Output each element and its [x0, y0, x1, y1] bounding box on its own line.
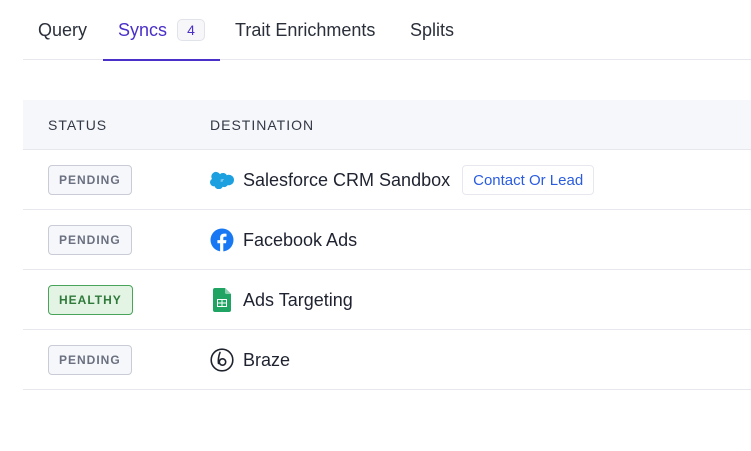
destination-name: Ads Targeting: [243, 289, 353, 310]
tab-bar: Query Syncs 4 Trait Enrichments Splits: [23, 0, 751, 61]
destination-name: Facebook Ads: [243, 229, 358, 250]
table-row[interactable]: PENDING Braze: [23, 330, 751, 390]
table-header: STATUS DESTINATION: [23, 100, 751, 150]
tab-query[interactable]: Query: [23, 0, 102, 60]
status-badge: HEALTHY: [48, 285, 133, 315]
destination-cell[interactable]: Facebook Ads: [210, 210, 357, 270]
destination-cell[interactable]: sf Salesforce CRM Sandbox Contact Or Lea…: [210, 150, 595, 210]
object-type-tag[interactable]: Contact Or Lead: [462, 165, 595, 195]
status-badge: PENDING: [48, 165, 132, 195]
tab-trait-enrichments-label: Trait Enrichments: [235, 19, 376, 40]
status-badge: PENDING: [48, 345, 132, 375]
destination-name: Salesforce CRM Sandbox: [243, 169, 451, 190]
tab-splits-label: Splits: [410, 19, 455, 40]
salesforce-icon: sf: [210, 168, 234, 192]
google-sheets-icon: [210, 288, 234, 312]
tab-syncs-label: Syncs: [118, 19, 168, 40]
table-row[interactable]: HEALTHY Ads Targeting: [23, 270, 751, 330]
syncs-table: STATUS DESTINATION PENDING sf Salesforce…: [23, 100, 751, 390]
destination-name: Braze: [243, 349, 291, 370]
syncs-count-badge: 4: [177, 19, 206, 41]
facebook-icon: [210, 228, 234, 252]
table-row[interactable]: PENDING Facebook Ads: [23, 210, 751, 270]
braze-icon: [210, 348, 234, 372]
tab-syncs[interactable]: Syncs 4: [103, 0, 221, 61]
tab-trait-enrichments[interactable]: Trait Enrichments: [220, 0, 390, 60]
destination-cell[interactable]: Braze: [210, 330, 290, 390]
destination-column-header: DESTINATION: [210, 117, 315, 133]
status-badge: PENDING: [48, 225, 132, 255]
tab-query-label: Query: [38, 19, 88, 40]
table-row[interactable]: PENDING sf Salesforce CRM Sandbox Contac…: [23, 150, 751, 210]
tab-splits[interactable]: Splits: [395, 0, 469, 60]
destination-cell[interactable]: Ads Targeting: [210, 270, 353, 330]
status-column-header: STATUS: [48, 117, 108, 133]
